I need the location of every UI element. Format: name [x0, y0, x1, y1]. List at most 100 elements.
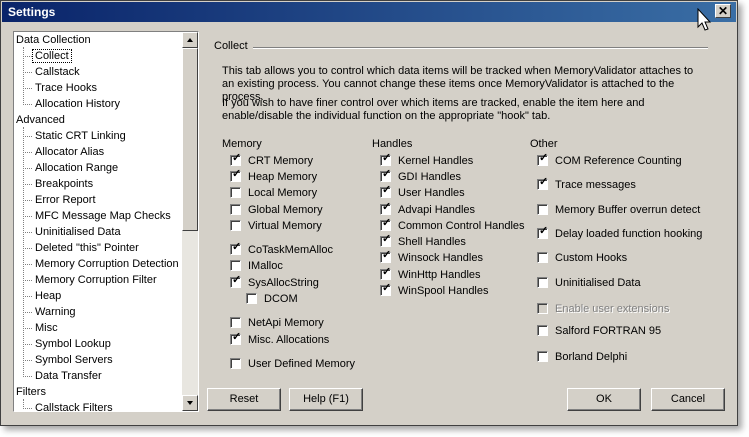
tree-item-label: Symbol Servers — [35, 354, 113, 366]
check-icon: ✓ — [382, 168, 392, 180]
tree-connector — [23, 72, 32, 73]
ok-button[interactable]: OK — [567, 388, 641, 411]
check-icon: ✓ — [539, 225, 549, 237]
tree-item-label: Trace Hooks — [35, 82, 97, 94]
checkbox[interactable]: ✓ — [230, 241, 241, 255]
checkbox[interactable] — [230, 204, 241, 215]
tree-item[interactable]: Warning — [35, 305, 76, 320]
checkbox[interactable] — [246, 293, 257, 304]
reset-button[interactable]: Reset — [207, 388, 281, 411]
arrow-up-icon — [187, 38, 193, 42]
tree-connector — [23, 408, 32, 409]
checkbox[interactable] — [537, 303, 548, 314]
checkbox[interactable]: ✓ — [380, 152, 391, 166]
check-icon: ✓ — [382, 282, 392, 294]
scroll-thumb[interactable] — [182, 48, 198, 231]
checkbox[interactable] — [230, 317, 241, 328]
checkbox[interactable]: ✓ — [380, 184, 392, 198]
checkbox[interactable]: ✓ — [537, 152, 548, 166]
close-button[interactable]: ✕ — [715, 4, 731, 18]
checkbox-label: SysAllocString — [248, 277, 319, 289]
check-icon: ✓ — [382, 184, 392, 196]
tree-item-label: Callstack Filters — [35, 402, 113, 411]
checkbox[interactable]: ✓ — [380, 266, 391, 280]
tree-item[interactable]: MFC Message Map Checks — [35, 209, 171, 224]
tree-item[interactable]: Callstack Filters — [35, 401, 113, 411]
tree-item[interactable]: Allocator Alias — [35, 145, 104, 160]
tree-item[interactable]: Collect — [32, 49, 72, 64]
checkbox[interactable]: ✓ — [380, 233, 391, 247]
tree-item-label: Filters — [16, 386, 46, 398]
tree-item[interactable]: Data Collection — [16, 33, 91, 48]
check-icon: ✓ — [232, 152, 242, 164]
tree-item-label: Advanced — [16, 114, 65, 126]
checkbox-label: Uninitialised Data — [555, 277, 641, 289]
checkbox[interactable]: ✓ — [230, 168, 241, 182]
checkbox[interactable]: ✓ — [230, 274, 241, 288]
checkbox[interactable]: ✓ — [380, 249, 392, 263]
cancel-button[interactable]: Cancel — [651, 388, 725, 411]
checkbox[interactable] — [537, 204, 548, 215]
checkbox-label: Global Memory — [248, 204, 323, 216]
help-button[interactable]: Help (F1) — [289, 388, 363, 411]
tree-connector — [23, 184, 32, 185]
checkbox[interactable]: ✓ — [380, 282, 392, 296]
tree-item-label: Static CRT Linking — [35, 130, 126, 142]
tree-scrollbar[interactable] — [182, 32, 198, 411]
checkbox-label: WinHttp Handles — [398, 269, 481, 281]
tree-item[interactable]: Callstack — [35, 65, 80, 80]
tree-item[interactable]: Heap — [35, 289, 61, 304]
checkbox[interactable]: ✓ — [380, 217, 391, 231]
tree-connector — [23, 248, 32, 249]
tree-item[interactable]: Uninitialised Data — [35, 225, 121, 240]
checkbox[interactable] — [537, 351, 548, 362]
tree-connector — [23, 360, 32, 361]
scroll-down-button[interactable] — [182, 395, 198, 411]
checkbox[interactable] — [230, 358, 241, 369]
checkbox[interactable] — [230, 187, 241, 198]
title-bar[interactable]: Settings — [2, 2, 736, 22]
tree-item-label: Deleted "this" Pointer — [35, 242, 139, 254]
checkbox-label: Memory Buffer overrun detect — [555, 204, 701, 216]
checkbox-label: Misc. Allocations — [248, 334, 330, 346]
tree-item[interactable]: Symbol Servers — [35, 353, 113, 368]
settings-tree: Data Collection Collect Callstack Trace Hoo… — [13, 31, 199, 412]
tree-item[interactable]: Advanced — [16, 113, 65, 128]
tree-item[interactable]: Misc — [35, 321, 58, 336]
tree-item-label: Allocator Alias — [35, 146, 105, 158]
tree-item[interactable]: Symbol Lookup — [35, 337, 111, 352]
checkbox[interactable]: ✓ — [537, 225, 549, 239]
checkbox[interactable] — [537, 252, 548, 263]
tree-item[interactable]: Static CRT Linking — [35, 129, 126, 144]
tree-item-label: Misc — [35, 322, 58, 334]
checkbox[interactable] — [230, 220, 241, 231]
checkbox[interactable]: ✓ — [380, 168, 392, 182]
checkbox[interactable] — [537, 277, 548, 288]
tree-item[interactable]: Data Transfer — [35, 369, 102, 384]
check-icon: ✓ — [382, 249, 392, 261]
tree-item[interactable]: Memory Corruption Filter — [35, 273, 157, 288]
header-divider — [253, 47, 708, 49]
scroll-up-button[interactable] — [182, 32, 198, 48]
tree-item[interactable]: Trace Hooks — [35, 81, 97, 96]
tree-item[interactable]: Filters — [16, 385, 46, 400]
checkbox-label: Custom Hooks — [555, 252, 628, 264]
tree-item[interactable]: Breakpoints — [35, 177, 93, 192]
checkbox-label: Kernel Handles — [398, 155, 474, 167]
tree-item[interactable]: Deleted "this" Pointer — [35, 241, 139, 256]
checkbox[interactable] — [537, 325, 548, 336]
tree-item[interactable]: Memory Corruption Detection — [35, 257, 179, 272]
checkbox[interactable]: ✓ — [230, 152, 242, 166]
tree-item[interactable]: Error Report — [35, 193, 96, 208]
checkbox[interactable]: ✓ — [230, 331, 242, 345]
checkbox[interactable]: ✓ — [380, 201, 391, 215]
memory-group-title: Memory — [222, 138, 262, 150]
checkbox[interactable]: ✓ — [537, 176, 548, 190]
checkbox-label: Enable user extensions — [555, 303, 670, 315]
tree-connector — [23, 232, 32, 233]
checkbox[interactable] — [230, 260, 241, 271]
tree-item[interactable]: Allocation History — [35, 97, 120, 112]
checkbox-label: CoTaskMemAlloc — [248, 244, 333, 256]
check-icon: ✓ — [232, 331, 242, 343]
tree-item[interactable]: Allocation Range — [35, 161, 118, 176]
